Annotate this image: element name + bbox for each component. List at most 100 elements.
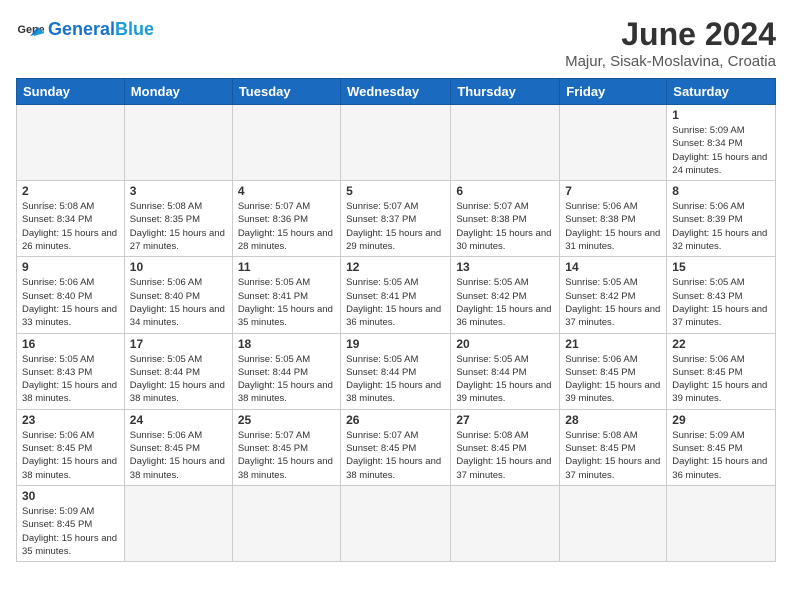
- week-row-5: 23 Sunrise: 5:06 AM Sunset: 8:45 PM Dayli…: [17, 409, 776, 485]
- day-number: 27: [456, 413, 554, 427]
- day-number: 23: [22, 413, 119, 427]
- day-info: Sunrise: 5:06 AM Sunset: 8:45 PM Dayligh…: [22, 429, 119, 482]
- day-number: 21: [565, 337, 661, 351]
- weekday-header-saturday: Saturday: [667, 79, 776, 105]
- weekday-header-wednesday: Wednesday: [341, 79, 451, 105]
- day-info: Sunrise: 5:05 AM Sunset: 8:43 PM Dayligh…: [672, 276, 770, 329]
- calendar-cell: [124, 485, 232, 561]
- location-title: Majur, Sisak-Moslavina, Croatia: [565, 53, 776, 70]
- day-number: 13: [456, 260, 554, 274]
- day-info: Sunrise: 5:06 AM Sunset: 8:45 PM Dayligh…: [130, 429, 227, 482]
- day-number: 28: [565, 413, 661, 427]
- calendar-cell: 27 Sunrise: 5:08 AM Sunset: 8:45 PM Dayli…: [451, 409, 560, 485]
- day-info: Sunrise: 5:09 AM Sunset: 8:45 PM Dayligh…: [672, 429, 770, 482]
- day-number: 24: [130, 413, 227, 427]
- day-number: 17: [130, 337, 227, 351]
- calendar-cell: 3Sunrise: 5:08 AM Sunset: 8:35 PM Daylig…: [124, 181, 232, 257]
- day-number: 12: [346, 260, 445, 274]
- calendar-cell: 20Sunrise: 5:05 AM Sunset: 8:44 PM Dayli…: [451, 333, 560, 409]
- day-info: Sunrise: 5:07 AM Sunset: 8:37 PM Dayligh…: [346, 200, 445, 253]
- week-row-2: 2Sunrise: 5:08 AM Sunset: 8:34 PM Daylig…: [17, 181, 776, 257]
- week-row-3: 9 Sunrise: 5:06 AM Sunset: 8:40 PM Daylig…: [17, 257, 776, 333]
- week-row-4: 16 Sunrise: 5:05 AM Sunset: 8:43 PM Dayli…: [17, 333, 776, 409]
- calendar-cell: 6 Sunrise: 5:07 AM Sunset: 8:38 PM Daylig…: [451, 181, 560, 257]
- calendar-cell: [124, 105, 232, 181]
- logo-text: GeneralBlue: [48, 20, 154, 40]
- calendar-cell: 29 Sunrise: 5:09 AM Sunset: 8:45 PM Dayli…: [667, 409, 776, 485]
- week-row-1: 1Sunrise: 5:09 AM Sunset: 8:34 PM Daylig…: [17, 105, 776, 181]
- day-info: Sunrise: 5:07 AM Sunset: 8:38 PM Dayligh…: [456, 200, 554, 253]
- day-info: Sunrise: 5:08 AM Sunset: 8:45 PM Dayligh…: [456, 429, 554, 482]
- calendar-cell: 8 Sunrise: 5:06 AM Sunset: 8:39 PM Daylig…: [667, 181, 776, 257]
- day-number: 4: [238, 184, 335, 198]
- month-title: June 2024: [565, 16, 776, 53]
- day-info: Sunrise: 5:05 AM Sunset: 8:44 PM Dayligh…: [130, 353, 227, 406]
- calendar-cell: 4 Sunrise: 5:07 AM Sunset: 8:36 PM Daylig…: [232, 181, 340, 257]
- day-info: Sunrise: 5:06 AM Sunset: 8:45 PM Dayligh…: [565, 353, 661, 406]
- calendar-cell: 22 Sunrise: 5:06 AM Sunset: 8:45 PM Dayli…: [667, 333, 776, 409]
- day-info: Sunrise: 5:06 AM Sunset: 8:40 PM Dayligh…: [22, 276, 119, 329]
- day-number: 6: [456, 184, 554, 198]
- day-number: 15: [672, 260, 770, 274]
- calendar-cell: [667, 485, 776, 561]
- calendar-cell: 11 Sunrise: 5:05 AM Sunset: 8:41 PM Dayli…: [232, 257, 340, 333]
- weekday-header-row: SundayMondayTuesdayWednesdayThursdayFrid…: [17, 79, 776, 105]
- title-area: June 2024 Majur, Sisak-Moslavina, Croati…: [565, 16, 776, 70]
- calendar-cell: [560, 105, 667, 181]
- day-number: 25: [238, 413, 335, 427]
- calendar-cell: 16 Sunrise: 5:05 AM Sunset: 8:43 PM Dayli…: [17, 333, 125, 409]
- day-number: 7: [565, 184, 661, 198]
- weekday-header-monday: Monday: [124, 79, 232, 105]
- day-info: Sunrise: 5:06 AM Sunset: 8:39 PM Dayligh…: [672, 200, 770, 253]
- day-number: 1: [672, 108, 770, 122]
- day-info: Sunrise: 5:05 AM Sunset: 8:43 PM Dayligh…: [22, 353, 119, 406]
- calendar-cell: [451, 485, 560, 561]
- calendar-cell: [232, 485, 340, 561]
- day-info: Sunrise: 5:06 AM Sunset: 8:45 PM Dayligh…: [672, 353, 770, 406]
- calendar-cell: 25 Sunrise: 5:07 AM Sunset: 8:45 PM Dayli…: [232, 409, 340, 485]
- weekday-header-friday: Friday: [560, 79, 667, 105]
- calendar-table: SundayMondayTuesdayWednesdayThursdayFrid…: [16, 78, 776, 562]
- day-info: Sunrise: 5:05 AM Sunset: 8:42 PM Dayligh…: [565, 276, 661, 329]
- calendar-cell: 15 Sunrise: 5:05 AM Sunset: 8:43 PM Dayli…: [667, 257, 776, 333]
- day-number: 9: [22, 260, 119, 274]
- calendar-cell: 21 Sunrise: 5:06 AM Sunset: 8:45 PM Dayli…: [560, 333, 667, 409]
- weekday-header-thursday: Thursday: [451, 79, 560, 105]
- calendar-cell: 30Sunrise: 5:09 AM Sunset: 8:45 PM Dayli…: [17, 485, 125, 561]
- day-number: 20: [456, 337, 554, 351]
- day-info: Sunrise: 5:05 AM Sunset: 8:44 PM Dayligh…: [238, 353, 335, 406]
- day-number: 16: [22, 337, 119, 351]
- day-number: 19: [346, 337, 445, 351]
- day-number: 8: [672, 184, 770, 198]
- calendar-cell: 14Sunrise: 5:05 AM Sunset: 8:42 PM Dayli…: [560, 257, 667, 333]
- day-info: Sunrise: 5:07 AM Sunset: 8:45 PM Dayligh…: [238, 429, 335, 482]
- day-number: 10: [130, 260, 227, 274]
- day-number: 11: [238, 260, 335, 274]
- calendar-cell: [341, 485, 451, 561]
- calendar-cell: 10Sunrise: 5:06 AM Sunset: 8:40 PM Dayli…: [124, 257, 232, 333]
- calendar-cell: 28Sunrise: 5:08 AM Sunset: 8:45 PM Dayli…: [560, 409, 667, 485]
- calendar-cell: 7Sunrise: 5:06 AM Sunset: 8:38 PM Daylig…: [560, 181, 667, 257]
- weekday-header-tuesday: Tuesday: [232, 79, 340, 105]
- calendar-cell: 17 Sunrise: 5:05 AM Sunset: 8:44 PM Dayli…: [124, 333, 232, 409]
- day-number: 2: [22, 184, 119, 198]
- calendar-cell: 18Sunrise: 5:05 AM Sunset: 8:44 PM Dayli…: [232, 333, 340, 409]
- calendar-cell: 9 Sunrise: 5:06 AM Sunset: 8:40 PM Daylig…: [17, 257, 125, 333]
- calendar-cell: 24 Sunrise: 5:06 AM Sunset: 8:45 PM Dayli…: [124, 409, 232, 485]
- calendar-cell: 2Sunrise: 5:08 AM Sunset: 8:34 PM Daylig…: [17, 181, 125, 257]
- calendar-cell: 5Sunrise: 5:07 AM Sunset: 8:37 PM Daylig…: [341, 181, 451, 257]
- calendar-cell: [560, 485, 667, 561]
- day-number: 29: [672, 413, 770, 427]
- calendar-cell: 13Sunrise: 5:05 AM Sunset: 8:42 PM Dayli…: [451, 257, 560, 333]
- day-number: 26: [346, 413, 445, 427]
- day-number: 3: [130, 184, 227, 198]
- day-number: 22: [672, 337, 770, 351]
- day-info: Sunrise: 5:05 AM Sunset: 8:41 PM Dayligh…: [346, 276, 445, 329]
- day-info: Sunrise: 5:05 AM Sunset: 8:44 PM Dayligh…: [346, 353, 445, 406]
- calendar-cell: [232, 105, 340, 181]
- day-info: Sunrise: 5:07 AM Sunset: 8:36 PM Dayligh…: [238, 200, 335, 253]
- day-info: Sunrise: 5:05 AM Sunset: 8:41 PM Dayligh…: [238, 276, 335, 329]
- day-info: Sunrise: 5:09 AM Sunset: 8:45 PM Dayligh…: [22, 505, 119, 558]
- week-row-6: 30Sunrise: 5:09 AM Sunset: 8:45 PM Dayli…: [17, 485, 776, 561]
- calendar-cell: 26Sunrise: 5:07 AM Sunset: 8:45 PM Dayli…: [341, 409, 451, 485]
